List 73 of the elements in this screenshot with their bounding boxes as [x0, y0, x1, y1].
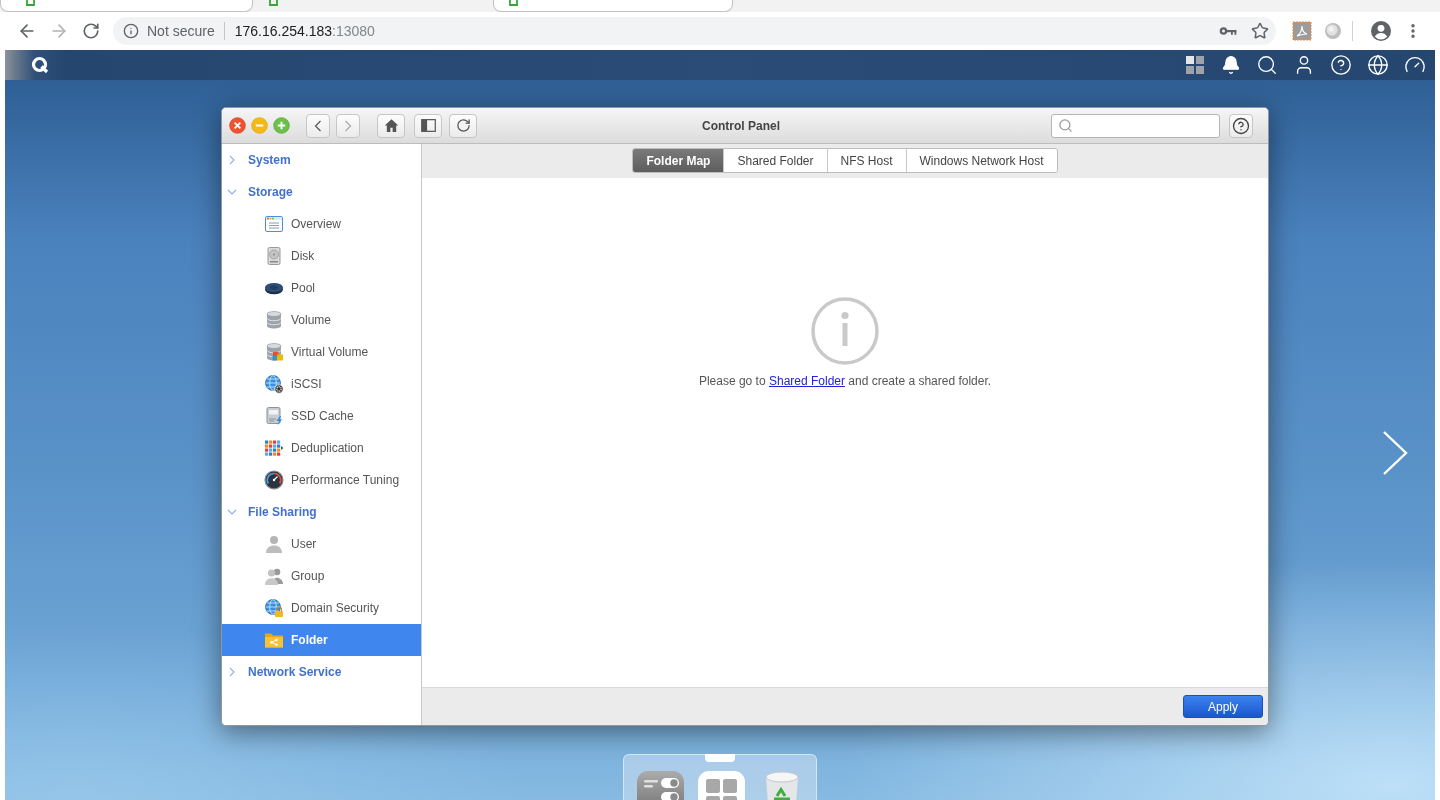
recycle-bin-icon[interactable] — [763, 771, 801, 800]
database-icon — [264, 310, 284, 330]
sidebar-item[interactable]: iSCSI — [222, 368, 421, 400]
favicon-icon — [509, 0, 518, 6]
sidebar-item[interactable]: Volume — [222, 304, 421, 336]
sidebar-item[interactable]: Pool — [222, 272, 421, 304]
back-button[interactable] — [306, 113, 330, 138]
drive-bolt-icon — [264, 406, 284, 426]
chevron-left-icon — [314, 119, 322, 132]
tab[interactable]: Folder Map — [633, 149, 724, 172]
sidebar-item[interactable]: Folder — [222, 624, 421, 656]
panel-icon — [420, 119, 436, 132]
empty-state-message: Please go to Shared Folder and create a shared folder. — [698, 374, 992, 388]
favicon-icon — [269, 0, 278, 6]
close-icon[interactable] — [229, 117, 246, 134]
apply-button[interactable]: Apply — [1183, 695, 1263, 718]
refresh-button[interactable] — [449, 113, 477, 138]
sidebar-item[interactable]: Deduplication — [222, 432, 421, 464]
toggle-switches-icon[interactable] — [637, 771, 684, 800]
search-icon — [1058, 118, 1073, 133]
help-icon[interactable] — [1330, 54, 1352, 76]
bell-icon[interactable] — [1221, 55, 1241, 75]
reload-icon — [82, 22, 100, 40]
sidebar-section[interactable]: File Sharing — [222, 496, 421, 528]
sidebar-item[interactable]: Group — [222, 560, 421, 592]
chevron-right-icon[interactable] — [1382, 430, 1408, 476]
globe-lock-icon — [264, 598, 284, 618]
sidebar-item[interactable]: SSD Cache — [222, 400, 421, 432]
sidebar-section[interactable]: Storage — [222, 176, 421, 208]
grid-icon[interactable] — [1186, 56, 1204, 74]
sidebar-item[interactable]: Performance Tuning — [222, 464, 421, 496]
sidebar-section[interactable]: System — [222, 144, 421, 176]
info-icon — [811, 297, 879, 365]
help-icon — [1232, 116, 1250, 135]
favicon-icon — [26, 0, 35, 6]
refresh-icon — [455, 118, 471, 133]
url-text: 176.16.254.183:13080 — [234, 23, 375, 39]
globe-icon[interactable] — [1367, 54, 1389, 76]
sidebar-item[interactable]: Domain Security — [222, 592, 421, 624]
chevron-right-icon — [344, 119, 352, 132]
home-icon — [383, 118, 399, 133]
gauge-icon — [264, 470, 284, 490]
ring-logo-icon[interactable] — [31, 56, 49, 74]
tab[interactable]: Shared Folder — [723, 149, 827, 172]
globe-gear-icon — [264, 374, 284, 394]
sidebar-item[interactable]: Overview — [222, 208, 421, 240]
hard-drive-icon — [264, 246, 284, 266]
star-icon[interactable] — [1251, 22, 1269, 40]
security-label: Not secure — [147, 23, 215, 39]
database-blocks-icon — [264, 342, 284, 362]
tab[interactable]: NFS Host — [826, 149, 906, 172]
sidebar-item[interactable]: Virtual Volume — [222, 336, 421, 368]
sidebar-toggle-button[interactable] — [414, 113, 442, 138]
address-bar[interactable]: Not secure 176.16.254.183:13080 — [113, 17, 1276, 45]
account-icon[interactable] — [1370, 20, 1392, 42]
tab[interactable]: Windows Network Host — [905, 149, 1057, 172]
extension-icon[interactable] — [1292, 21, 1312, 41]
home-button[interactable] — [377, 113, 405, 138]
dock-handle[interactable] — [705, 754, 735, 762]
help-button[interactable] — [1229, 113, 1253, 138]
window-title: Control Panel — [702, 118, 780, 133]
search-icon[interactable] — [1256, 54, 1278, 76]
info-icon[interactable] — [123, 23, 139, 39]
key-icon[interactable] — [1219, 26, 1237, 36]
sidebar-item[interactable]: Disk — [222, 240, 421, 272]
sidebar-section[interactable]: Network Service — [222, 656, 421, 688]
shared-folder-link[interactable]: Shared Folder — [768, 374, 845, 388]
sidebar-item[interactable]: User — [222, 528, 421, 560]
people-icon — [264, 566, 284, 586]
search-field[interactable] — [1051, 113, 1220, 138]
person-icon — [264, 534, 284, 554]
window-list-icon — [264, 214, 284, 234]
color-grid-icon — [264, 438, 284, 458]
